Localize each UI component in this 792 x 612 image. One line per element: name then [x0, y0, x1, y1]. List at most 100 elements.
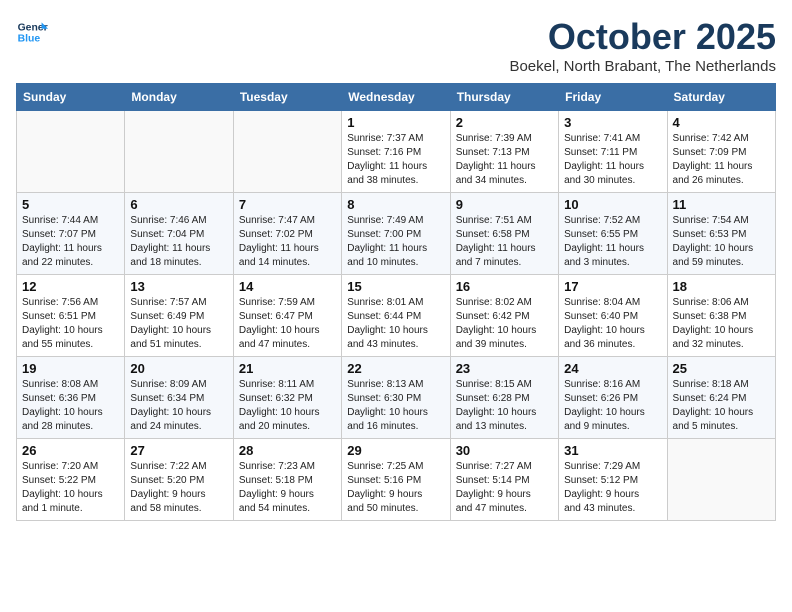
- cell-day-info: Sunrise: 7:52 AM Sunset: 6:55 PM Dayligh…: [564, 214, 661, 270]
- cell-day-info: Sunrise: 8:02 AM Sunset: 6:42 PM Dayligh…: [456, 296, 553, 352]
- month-title: October 2025: [509, 16, 776, 58]
- calendar-row: 5 Sunrise: 7:44 AM Sunset: 7:07 PM Daylig…: [17, 193, 776, 275]
- calendar-table: SundayMondayTuesdayWednesdayThursdayFrid…: [16, 83, 776, 521]
- cell-day-number: 12: [22, 279, 119, 294]
- cell-day-info: Sunrise: 8:08 AM Sunset: 6:36 PM Dayligh…: [22, 378, 119, 434]
- calendar-cell: 7 Sunrise: 7:47 AM Sunset: 7:02 PM Daylig…: [233, 193, 341, 275]
- cell-day-info: Sunrise: 7:25 AM Sunset: 5:16 PM Dayligh…: [347, 460, 444, 516]
- cell-day-info: Sunrise: 7:56 AM Sunset: 6:51 PM Dayligh…: [22, 296, 119, 352]
- calendar-cell: 22 Sunrise: 8:13 AM Sunset: 6:30 PM Dayli…: [342, 357, 450, 439]
- cell-day-info: Sunrise: 7:20 AM Sunset: 5:22 PM Dayligh…: [22, 460, 119, 516]
- cell-day-number: 27: [130, 443, 227, 458]
- cell-day-number: 10: [564, 197, 661, 212]
- calendar-cell: 17 Sunrise: 8:04 AM Sunset: 6:40 PM Dayli…: [559, 275, 667, 357]
- cell-day-info: Sunrise: 7:44 AM Sunset: 7:07 PM Dayligh…: [22, 214, 119, 270]
- cell-day-info: Sunrise: 7:42 AM Sunset: 7:09 PM Dayligh…: [673, 132, 770, 188]
- cell-day-number: 16: [456, 279, 553, 294]
- cell-day-number: 31: [564, 443, 661, 458]
- cell-day-number: 5: [22, 197, 119, 212]
- calendar-cell: 12 Sunrise: 7:56 AM Sunset: 6:51 PM Dayli…: [17, 275, 125, 357]
- cell-day-info: Sunrise: 7:46 AM Sunset: 7:04 PM Dayligh…: [130, 214, 227, 270]
- calendar-cell: 2 Sunrise: 7:39 AM Sunset: 7:13 PM Daylig…: [450, 111, 558, 193]
- calendar-cell: [125, 111, 233, 193]
- calendar-cell: 27 Sunrise: 7:22 AM Sunset: 5:20 PM Dayli…: [125, 439, 233, 521]
- cell-day-number: 3: [564, 115, 661, 130]
- cell-day-number: 14: [239, 279, 336, 294]
- calendar-cell: 1Sunrise: 7:37 AM Sunset: 7:16 PM Daylig…: [342, 111, 450, 193]
- cell-day-number: 8: [347, 197, 444, 212]
- calendar-cell: [233, 111, 341, 193]
- calendar-cell: 4 Sunrise: 7:42 AM Sunset: 7:09 PM Daylig…: [667, 111, 775, 193]
- calendar-cell: [667, 439, 775, 521]
- cell-day-info: Sunrise: 8:13 AM Sunset: 6:30 PM Dayligh…: [347, 378, 444, 434]
- cell-day-number: 7: [239, 197, 336, 212]
- cell-day-info: Sunrise: 8:18 AM Sunset: 6:24 PM Dayligh…: [673, 378, 770, 434]
- cell-day-number: 30: [456, 443, 553, 458]
- cell-day-number: 19: [22, 361, 119, 376]
- weekday-header: Tuesday: [233, 84, 341, 111]
- calendar-cell: 19 Sunrise: 8:08 AM Sunset: 6:36 PM Dayli…: [17, 357, 125, 439]
- calendar-cell: 29Sunrise: 7:25 AM Sunset: 5:16 PM Dayli…: [342, 439, 450, 521]
- cell-day-number: 25: [673, 361, 770, 376]
- cell-day-number: 2: [456, 115, 553, 130]
- cell-day-info: Sunrise: 7:47 AM Sunset: 7:02 PM Dayligh…: [239, 214, 336, 270]
- weekday-header: Wednesday: [342, 84, 450, 111]
- weekday-header: Thursday: [450, 84, 558, 111]
- weekday-header: Saturday: [667, 84, 775, 111]
- calendar-cell: 31Sunrise: 7:29 AM Sunset: 5:12 PM Dayli…: [559, 439, 667, 521]
- calendar-cell: 13 Sunrise: 7:57 AM Sunset: 6:49 PM Dayli…: [125, 275, 233, 357]
- cell-day-info: Sunrise: 8:01 AM Sunset: 6:44 PM Dayligh…: [347, 296, 444, 352]
- cell-day-number: 24: [564, 361, 661, 376]
- calendar-cell: 16 Sunrise: 8:02 AM Sunset: 6:42 PM Dayli…: [450, 275, 558, 357]
- calendar-row: 19 Sunrise: 8:08 AM Sunset: 6:36 PM Dayli…: [17, 357, 776, 439]
- cell-day-info: Sunrise: 8:09 AM Sunset: 6:34 PM Dayligh…: [130, 378, 227, 434]
- calendar-cell: 20Sunrise: 8:09 AM Sunset: 6:34 PM Dayli…: [125, 357, 233, 439]
- calendar-cell: 6 Sunrise: 7:46 AM Sunset: 7:04 PM Daylig…: [125, 193, 233, 275]
- location-subtitle: Boekel, North Brabant, The Netherlands: [509, 58, 776, 75]
- cell-day-number: 21: [239, 361, 336, 376]
- cell-day-info: Sunrise: 7:51 AM Sunset: 6:58 PM Dayligh…: [456, 214, 553, 270]
- cell-day-number: 13: [130, 279, 227, 294]
- cell-day-number: 22: [347, 361, 444, 376]
- cell-day-info: Sunrise: 7:49 AM Sunset: 7:00 PM Dayligh…: [347, 214, 444, 270]
- logo: General Blue: [16, 16, 48, 48]
- weekday-header: Sunday: [17, 84, 125, 111]
- weekday-header: Monday: [125, 84, 233, 111]
- cell-day-number: 15: [347, 279, 444, 294]
- calendar-row: 12 Sunrise: 7:56 AM Sunset: 6:51 PM Dayli…: [17, 275, 776, 357]
- cell-day-number: 11: [673, 197, 770, 212]
- cell-day-info: Sunrise: 7:57 AM Sunset: 6:49 PM Dayligh…: [130, 296, 227, 352]
- calendar-row: 1Sunrise: 7:37 AM Sunset: 7:16 PM Daylig…: [17, 111, 776, 193]
- cell-day-number: 18: [673, 279, 770, 294]
- cell-day-info: Sunrise: 7:23 AM Sunset: 5:18 PM Dayligh…: [239, 460, 336, 516]
- calendar-cell: 30 Sunrise: 7:27 AM Sunset: 5:14 PM Dayli…: [450, 439, 558, 521]
- calendar-header-row: SundayMondayTuesdayWednesdayThursdayFrid…: [17, 84, 776, 111]
- cell-day-info: Sunrise: 7:39 AM Sunset: 7:13 PM Dayligh…: [456, 132, 553, 188]
- svg-text:Blue: Blue: [18, 34, 41, 45]
- calendar-cell: 18 Sunrise: 8:06 AM Sunset: 6:38 PM Dayli…: [667, 275, 775, 357]
- cell-day-number: 4: [673, 115, 770, 130]
- cell-day-info: Sunrise: 7:41 AM Sunset: 7:11 PM Dayligh…: [564, 132, 661, 188]
- cell-day-info: Sunrise: 8:15 AM Sunset: 6:28 PM Dayligh…: [456, 378, 553, 434]
- cell-day-number: 9: [456, 197, 553, 212]
- cell-day-info: Sunrise: 7:59 AM Sunset: 6:47 PM Dayligh…: [239, 296, 336, 352]
- cell-day-number: 6: [130, 197, 227, 212]
- title-area: October 2025 Boekel, North Brabant, The …: [509, 16, 776, 75]
- page-header: General Blue October 2025 Boekel, North …: [16, 16, 776, 75]
- cell-day-number: 28: [239, 443, 336, 458]
- calendar-cell: 9 Sunrise: 7:51 AM Sunset: 6:58 PM Daylig…: [450, 193, 558, 275]
- cell-day-number: 17: [564, 279, 661, 294]
- cell-day-number: 26: [22, 443, 119, 458]
- calendar-cell: 21 Sunrise: 8:11 AM Sunset: 6:32 PM Dayli…: [233, 357, 341, 439]
- cell-day-info: Sunrise: 8:04 AM Sunset: 6:40 PM Dayligh…: [564, 296, 661, 352]
- cell-day-info: Sunrise: 8:06 AM Sunset: 6:38 PM Dayligh…: [673, 296, 770, 352]
- calendar-cell: 3 Sunrise: 7:41 AM Sunset: 7:11 PM Daylig…: [559, 111, 667, 193]
- calendar-cell: 23 Sunrise: 8:15 AM Sunset: 6:28 PM Dayli…: [450, 357, 558, 439]
- cell-day-info: Sunrise: 7:27 AM Sunset: 5:14 PM Dayligh…: [456, 460, 553, 516]
- cell-day-info: Sunrise: 7:22 AM Sunset: 5:20 PM Dayligh…: [130, 460, 227, 516]
- cell-day-number: 1: [347, 115, 444, 130]
- cell-day-info: Sunrise: 8:11 AM Sunset: 6:32 PM Dayligh…: [239, 378, 336, 434]
- calendar-cell: 24Sunrise: 8:16 AM Sunset: 6:26 PM Dayli…: [559, 357, 667, 439]
- cell-day-number: 23: [456, 361, 553, 376]
- calendar-cell: 5 Sunrise: 7:44 AM Sunset: 7:07 PM Daylig…: [17, 193, 125, 275]
